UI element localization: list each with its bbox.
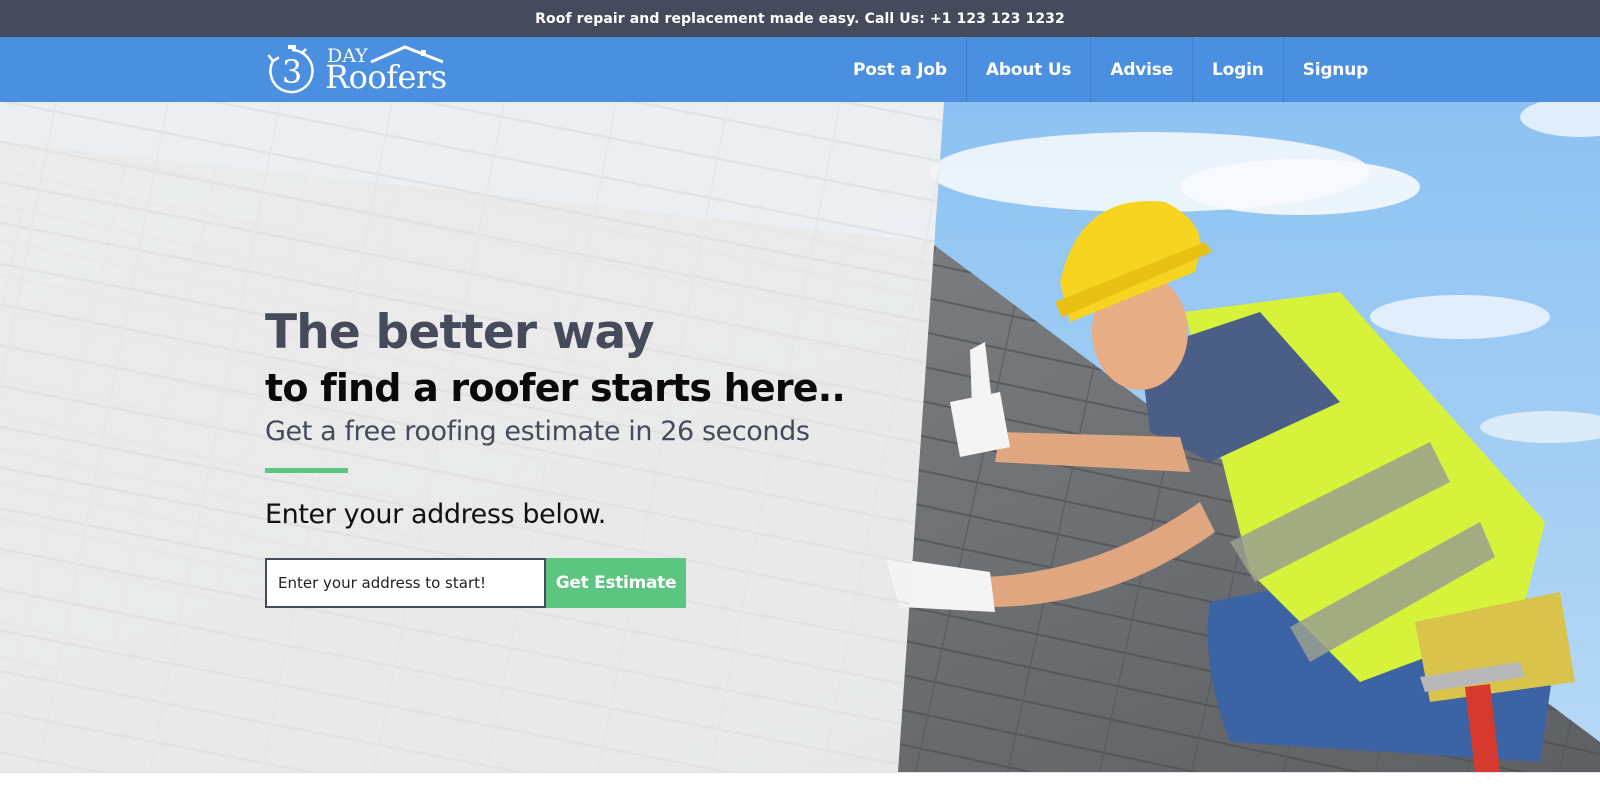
logo-number: 3 (282, 53, 302, 91)
nav-advise[interactable]: Advise (1091, 37, 1194, 102)
get-estimate-button[interactable]: Get Estimate (546, 558, 686, 608)
nav-signup[interactable]: Signup (1284, 37, 1387, 102)
accent-divider (265, 468, 348, 473)
page-bottom (0, 772, 1600, 789)
stopwatch-icon: 3 (267, 45, 314, 94)
hero-heading: The better way (265, 305, 655, 360)
hero-tagline: Get a free roofing estimate in 26 second… (265, 416, 810, 447)
nav-login[interactable]: Login (1193, 37, 1284, 102)
navbar: 3 DAY Roofers Post a Job About Us Advise… (0, 37, 1600, 102)
nav-post-a-job[interactable]: Post a Job (834, 37, 967, 102)
address-prompt: Enter your address below. (265, 499, 606, 530)
logo[interactable]: 3 DAY Roofers (265, 40, 455, 100)
estimate-form: Get Estimate (265, 558, 885, 608)
nav-about-us[interactable]: About Us (967, 37, 1092, 102)
main-nav: Post a Job About Us Advise Login Signup (834, 37, 1387, 102)
hero-subheading: to find a roofer starts here.. (265, 366, 846, 410)
announcement-text: Roof repair and replacement made easy. C… (535, 10, 1065, 27)
address-input[interactable] (265, 558, 546, 608)
logo-name: Roofers (325, 58, 447, 96)
announcement-bar: Roof repair and replacement made easy. C… (0, 0, 1600, 37)
hero-content: The better way to find a roofer starts h… (265, 305, 885, 608)
hero-section: The better way to find a roofer starts h… (0, 102, 1600, 772)
